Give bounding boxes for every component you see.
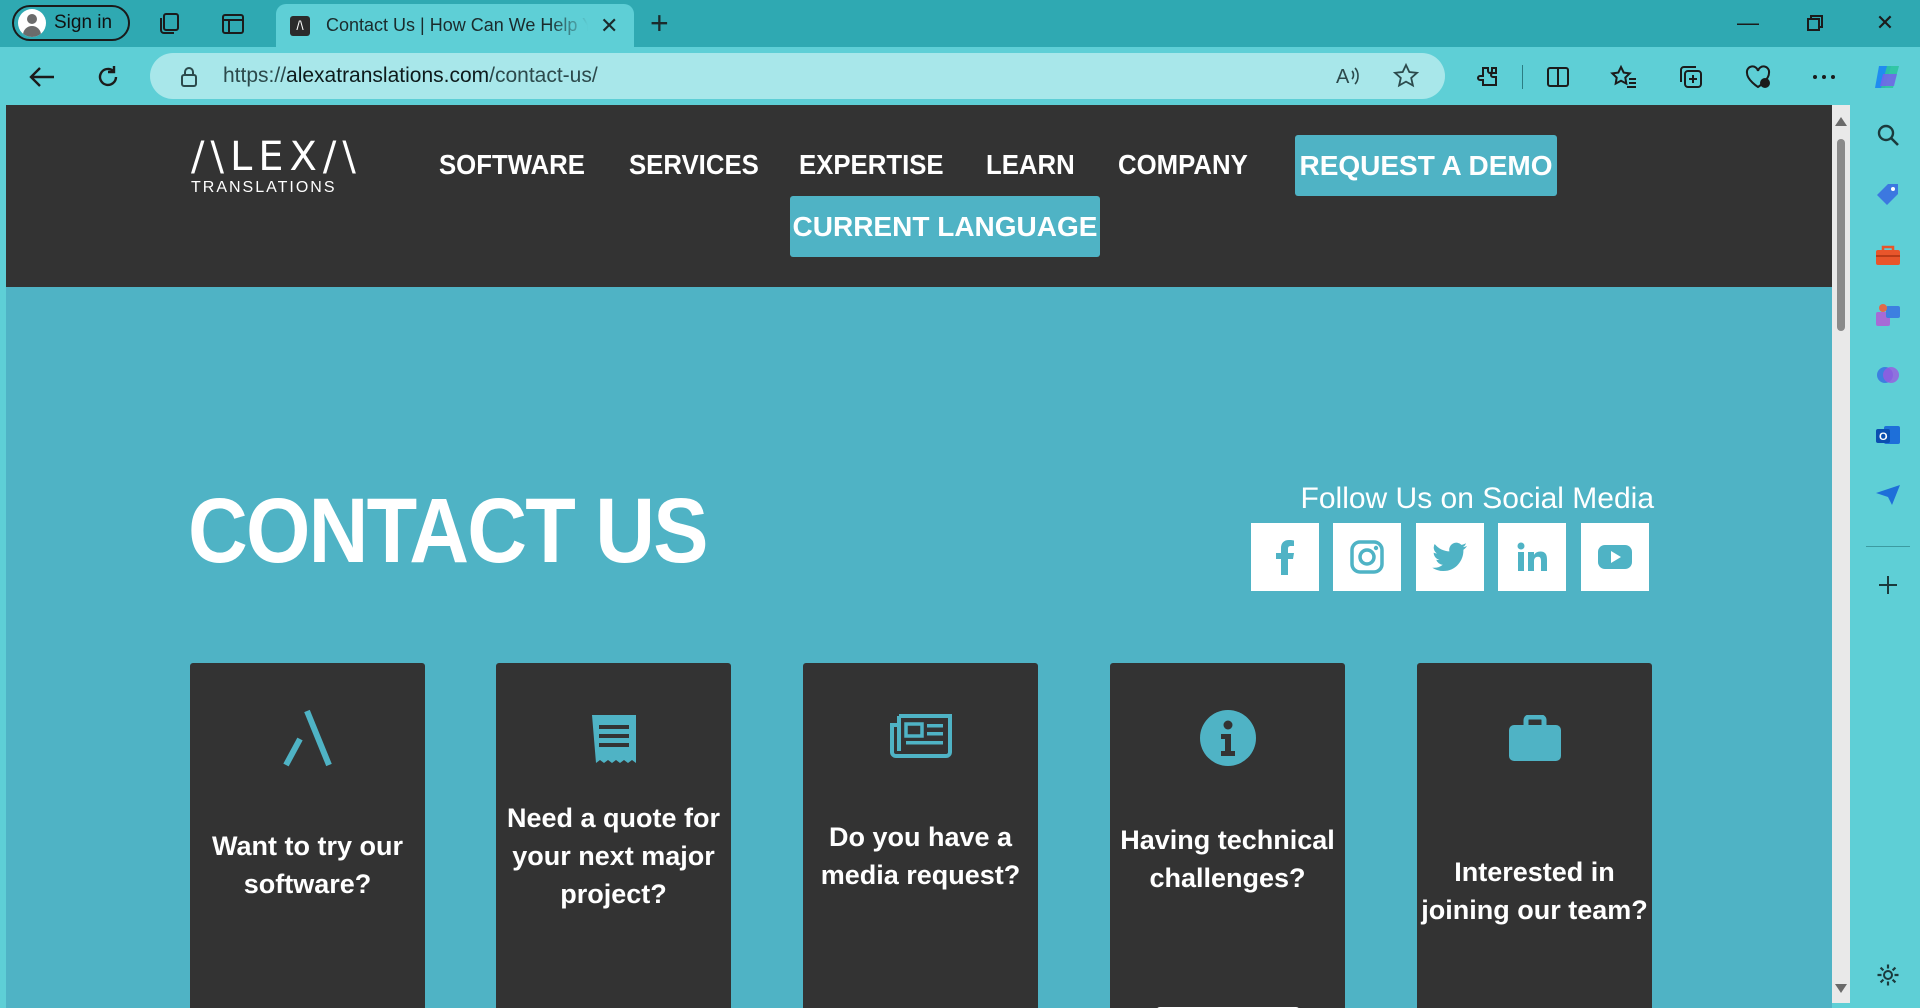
facebook-icon[interactable] <box>1251 523 1319 591</box>
card-text: Need a quote for your next major project… <box>506 803 721 909</box>
browser-essentials-icon[interactable] <box>1740 59 1776 95</box>
menu-company[interactable]: COMPANY <box>1118 149 1248 181</box>
card-text: Do you have a media request? <box>820 822 1021 890</box>
sign-in-button[interactable]: Sign in <box>12 5 130 41</box>
page-title: CONTACT US <box>188 480 708 582</box>
send-icon[interactable] <box>1872 479 1904 511</box>
search-icon[interactable] <box>1872 119 1904 151</box>
instagram-icon[interactable] <box>1333 523 1401 591</box>
svg-text:A: A <box>1336 66 1350 88</box>
games-icon[interactable] <box>1872 299 1904 331</box>
back-icon[interactable] <box>24 59 60 95</box>
receipt-icon <box>496 713 731 765</box>
read-aloud-icon[interactable]: A <box>1335 63 1361 94</box>
browser-sidebar: O <box>1856 105 1920 1008</box>
url-text: https://alexatranslations.com/contact-us… <box>223 64 598 87</box>
gear-icon[interactable] <box>1872 959 1904 991</box>
favorites-icon[interactable] <box>1606 59 1642 95</box>
sign-in-label: Sign in <box>54 12 113 33</box>
sidebar-divider <box>1866 546 1910 547</box>
new-tab-icon[interactable]: + <box>650 6 669 40</box>
scroll-thumb[interactable] <box>1837 139 1845 331</box>
close-window-icon[interactable]: ✕ <box>1865 6 1905 40</box>
svg-text:O: O <box>1879 431 1888 443</box>
follow-social-label: Follow Us on Social Media <box>1300 482 1654 515</box>
workspaces-icon[interactable] <box>153 8 185 40</box>
restore-icon[interactable] <box>1795 6 1835 42</box>
card-text: Having technical challenges? <box>1120 825 1335 893</box>
scroll-up-icon[interactable] <box>1835 117 1847 126</box>
refresh-icon[interactable] <box>90 59 126 95</box>
extensions-icon[interactable] <box>1470 59 1506 95</box>
alexa-logo[interactable]: /\LEX/\ TRANSLATIONS <box>191 137 362 197</box>
card-request-quote[interactable]: Need a quote for your next major project… <box>496 663 731 1008</box>
current-language-button[interactable]: CURRENT LANGUAGE <box>790 196 1100 257</box>
menu-expertise[interactable]: EXPERTISE <box>799 149 944 181</box>
collections-icon[interactable] <box>1673 59 1709 95</box>
logo-subtitle: TRANSLATIONS <box>191 179 337 196</box>
scroll-down-icon[interactable] <box>1835 984 1847 993</box>
card-try-software[interactable]: Want to try our software? <box>190 663 425 1008</box>
page-scrollbar[interactable] <box>1832 105 1850 1003</box>
browser-toolbar: https://alexatranslations.com/contact-us… <box>0 47 1920 105</box>
linkedin-icon[interactable] <box>1498 523 1566 591</box>
tab-actions-icon[interactable] <box>217 8 249 40</box>
request-demo-button[interactable]: REQUEST A DEMO <box>1295 135 1557 196</box>
close-tab-icon[interactable]: ✕ <box>600 13 618 39</box>
menu-software[interactable]: SOFTWARE <box>439 149 585 181</box>
avatar-icon <box>18 9 46 37</box>
shopping-tag-icon[interactable] <box>1872 179 1904 211</box>
favicon-icon: /\ <box>290 15 310 36</box>
card-technical-support[interactable]: Having technical challenges? <box>1110 663 1345 1008</box>
tab-title: Contact Us | How Can We Help You | Alexa… <box>326 15 588 35</box>
copilot-icon[interactable] <box>1870 59 1906 95</box>
alexa-logo-icon <box>190 709 425 767</box>
card-text: Want to try our software? <box>212 831 403 899</box>
minimize-icon[interactable]: — <box>1728 6 1768 40</box>
outlook-icon[interactable]: O <box>1872 419 1904 451</box>
menu-learn[interactable]: LEARN <box>986 149 1075 181</box>
newspaper-icon <box>803 713 1038 759</box>
briefcase-icon <box>1417 715 1652 763</box>
add-icon[interactable] <box>1872 569 1904 601</box>
card-text: Interested in joining our team? <box>1421 857 1648 925</box>
toolbar-divider <box>1522 65 1523 89</box>
page-viewport: /\LEX/\ TRANSLATIONS SOFTWARE SERVICES E… <box>6 105 1832 1008</box>
card-media-request[interactable]: Do you have a media request? <box>803 663 1038 1008</box>
menu-services[interactable]: SERVICES <box>629 149 759 181</box>
card-join-team[interactable]: Interested in joining our team? <box>1417 663 1652 1008</box>
copilot-sidebar-icon[interactable] <box>1872 359 1904 391</box>
info-icon <box>1110 709 1345 767</box>
split-screen-icon[interactable] <box>1540 59 1576 95</box>
lock-icon[interactable] <box>180 66 198 93</box>
address-bar[interactable]: https://alexatranslations.com/contact-us… <box>150 53 1445 99</box>
active-tab[interactable]: /\ Contact Us | How Can We Help You | Al… <box>276 4 634 47</box>
more-options-icon[interactable] <box>1806 59 1842 95</box>
youtube-icon[interactable] <box>1581 523 1649 591</box>
browser-tab-bar: Sign in /\ Contact Us | How Can We Help … <box>0 0 1920 47</box>
twitter-icon[interactable] <box>1416 523 1484 591</box>
site-header: /\LEX/\ TRANSLATIONS SOFTWARE SERVICES E… <box>6 105 1832 287</box>
tools-icon[interactable] <box>1872 239 1904 271</box>
favorite-star-icon[interactable] <box>1392 62 1420 94</box>
logo-wordmark: /\LEX/\ <box>191 134 362 180</box>
